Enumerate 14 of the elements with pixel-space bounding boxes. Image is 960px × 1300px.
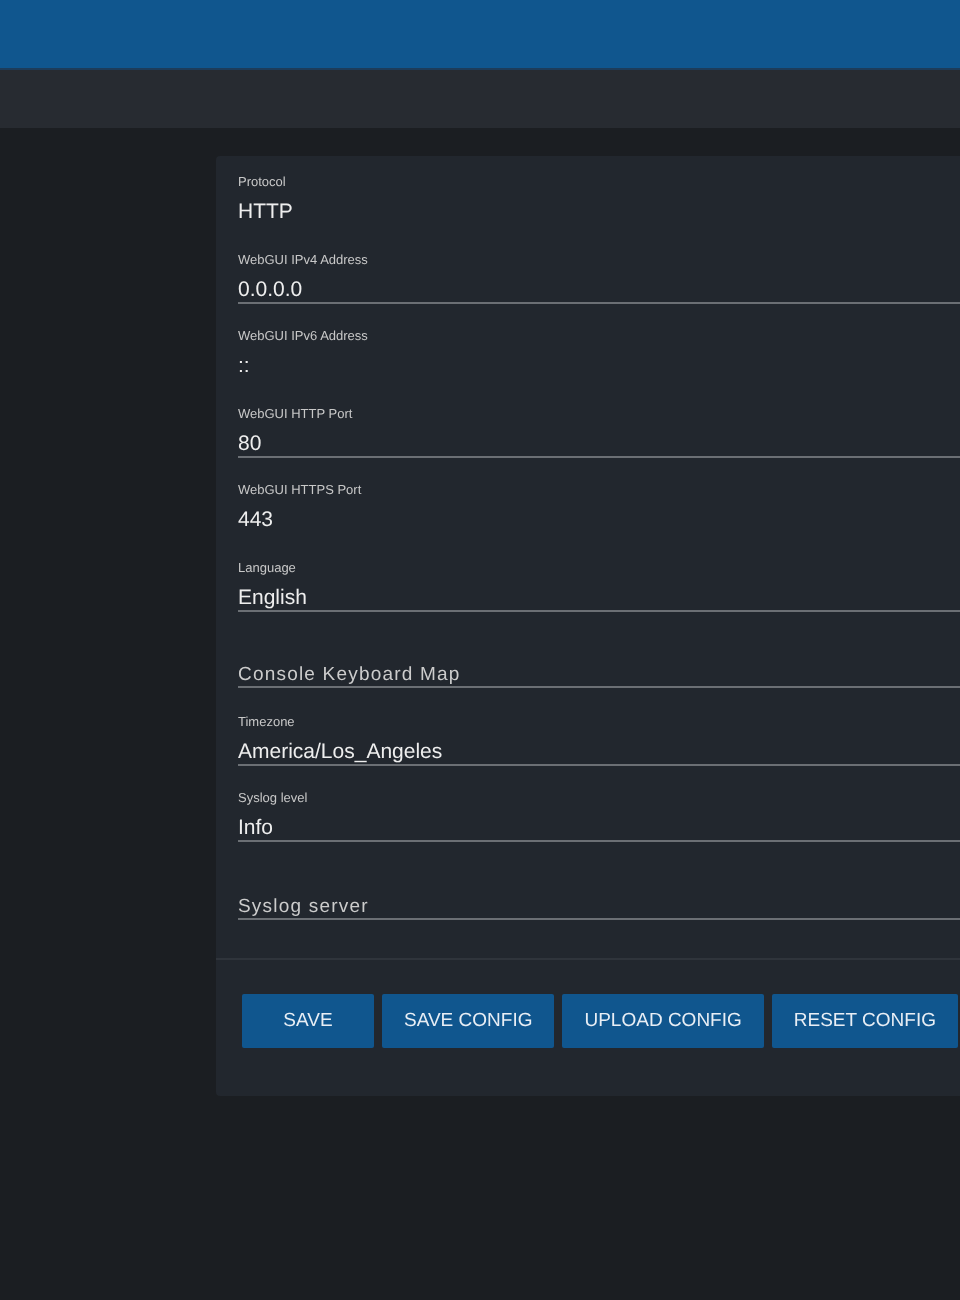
field-value: HTTP [238, 200, 293, 224]
action-button[interactable]: UPLOAD CONFIG [562, 994, 764, 1048]
field-value[interactable]: 80 [238, 431, 262, 455]
field-value: :: [238, 354, 250, 378]
field-value: 443 [238, 508, 274, 532]
action-button[interactable]: SAVE CONFIG [382, 994, 555, 1048]
field-placeholder[interactable]: Syslog server [238, 895, 369, 917]
field-value[interactable]: 0.0.0.0 [238, 277, 303, 301]
action-button[interactable]: SAVE [242, 994, 374, 1048]
field-value[interactable]: English [238, 585, 307, 609]
action-button[interactable]: RESET CONFIG [771, 994, 958, 1048]
field-placeholder[interactable]: Console Keyboard Map [238, 664, 461, 686]
field-value[interactable]: America/Los_Angeles [238, 739, 443, 763]
field-value[interactable]: Info [238, 816, 274, 840]
